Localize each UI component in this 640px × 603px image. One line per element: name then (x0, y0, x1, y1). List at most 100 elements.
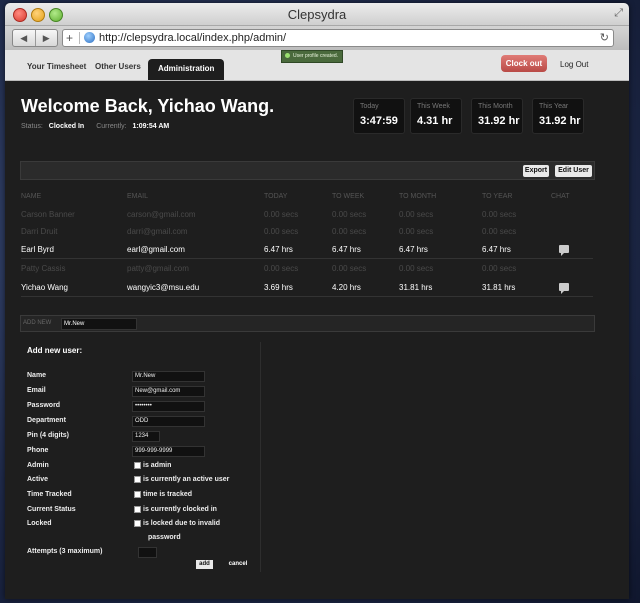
clock-out-button[interactable]: Clock out (501, 55, 547, 72)
cell-today: 0.00 secs (264, 264, 299, 273)
cell-week: 0.00 secs (332, 227, 367, 236)
stat-label: This Week (417, 103, 450, 110)
locked-text-continued: password (148, 534, 181, 541)
pin-field[interactable]: 1234 (132, 431, 160, 442)
cell-year: 6.47 hrs (482, 245, 511, 254)
table-row[interactable]: Earl Byrd earl@gmail.com 6.47 hrs 6.47 h… (21, 241, 593, 259)
current-status-label: Current Status (27, 506, 76, 513)
add-bookmark-icon[interactable]: + (66, 30, 73, 46)
form-title: Add new user: (27, 346, 83, 355)
current-status-checkbox[interactable] (134, 506, 141, 513)
cell-year: 0.00 secs (482, 227, 517, 236)
locked-label: Locked (27, 520, 52, 527)
chat-icon[interactable] (559, 283, 569, 294)
col-name: NAME (21, 193, 42, 200)
fullscreen-icon[interactable]: ⤢ (614, 7, 623, 20)
add-button[interactable]: add (196, 560, 213, 569)
stat-label: This Year (539, 103, 569, 110)
tab-your-timesheet[interactable]: Your Timesheet (27, 62, 86, 71)
stat-value: 4.31 hr (417, 115, 453, 127)
pin-label: Pin (4 digits) (27, 432, 69, 439)
reload-icon[interactable]: ↻ (600, 30, 609, 46)
address-bar[interactable]: + http://clepsydra.local/index.php/admin… (62, 29, 614, 47)
browser-window: Clepsydra ⤢ ◀ ▶ + http://clepsydra.local… (5, 3, 629, 599)
name-label: Name (27, 372, 47, 379)
name-field[interactable]: Mr.New (132, 371, 205, 382)
cell-today: 6.47 hrs (264, 245, 293, 254)
password-field[interactable]: •••••••• (132, 401, 205, 412)
cell-name: Yichao Wang (21, 283, 68, 292)
cell-week: 6.47 hrs (332, 245, 361, 254)
active-checkbox[interactable] (134, 476, 141, 483)
cell-week: 4.20 hrs (332, 283, 361, 292)
add-user-form: Add new user: Name Mr.New Email New@gmai… (20, 342, 261, 572)
table-row[interactable]: Carson Banner carson@gmail.com 0.00 secs… (21, 206, 593, 223)
time-tracked-text: time is tracked (143, 491, 193, 498)
cell-month: 0.00 secs (399, 210, 434, 219)
stat-this-year: This Year 31.92 hr (532, 98, 584, 134)
time-tracked-checkbox[interactable] (134, 491, 141, 498)
admin-text: is admin (143, 462, 172, 469)
notification-toast: User profile created. (281, 50, 344, 63)
url-divider (79, 32, 80, 44)
col-to-year: TO YEAR (482, 193, 513, 200)
success-icon (285, 53, 290, 59)
cancel-button[interactable]: cancel (226, 560, 250, 569)
log-out-link[interactable]: Log Out (560, 60, 588, 69)
table-row[interactable]: Yichao Wang wangyic3@msu.edu 3.69 hrs 4.… (21, 279, 593, 297)
add-new-input[interactable]: Mr.New (61, 318, 137, 330)
cell-name: Earl Byrd (21, 245, 54, 254)
phone-field[interactable]: 999-999-9999 (132, 446, 205, 457)
toast-text: User profile created. (293, 53, 339, 59)
cell-week: 0.00 secs (332, 264, 367, 273)
status-value: Clocked In (48, 123, 85, 130)
email-field[interactable]: New@gmail.com (132, 386, 205, 397)
page-content: Your Timesheet Other Users Administratio… (5, 50, 629, 599)
add-new-label: ADD NEW (23, 320, 52, 326)
locked-checkbox[interactable] (134, 520, 141, 527)
url-text[interactable]: http://clepsydra.local/index.php/admin/ (99, 30, 286, 46)
col-chat: CHAT (551, 193, 570, 200)
cell-email: earl@gmail.com (127, 245, 185, 254)
edit-user-button[interactable]: Edit User (555, 165, 592, 177)
cell-month: 0.00 secs (399, 227, 434, 236)
forward-icon[interactable]: ▶ (36, 30, 58, 46)
tab-administration[interactable]: Administration (148, 59, 225, 80)
cell-email: carson@gmail.com (127, 210, 196, 219)
cell-today: 3.69 hrs (264, 283, 293, 292)
attempts-label: Attempts (3 maximum) (27, 548, 103, 555)
active-label: Active (27, 476, 49, 483)
back-icon[interactable]: ◀ (13, 30, 36, 46)
stat-today: Today 3:47:59 (353, 98, 405, 134)
time-tracked-label: Time Tracked (27, 491, 72, 498)
export-button[interactable]: Export (523, 165, 549, 177)
cell-year: 0.00 secs (482, 210, 517, 219)
stat-this-week: This Week 4.31 hr (410, 98, 462, 134)
cell-year: 0.00 secs (482, 264, 517, 273)
col-to-month: TO MONTH (399, 193, 437, 200)
globe-icon (84, 32, 95, 43)
current-status-text: is currently clocked in (143, 506, 217, 513)
nav-buttons: ◀ ▶ (12, 29, 58, 47)
table-row[interactable]: Patty Cassis patty@gmail.com 0.00 secs 0… (21, 260, 593, 277)
attempts-field[interactable] (138, 547, 157, 558)
cell-year: 31.81 hrs (482, 283, 516, 292)
tab-other-users[interactable]: Other Users (95, 62, 141, 71)
locked-text: is locked due to invalid (143, 520, 221, 527)
status-label: Status: (21, 123, 43, 130)
cell-month: 31.81 hrs (399, 283, 433, 292)
phone-label: Phone (27, 447, 49, 454)
department-field[interactable]: ODD (132, 416, 205, 427)
cell-week: 0.00 secs (332, 210, 367, 219)
welcome-heading: Welcome Back, Yichao Wang. (21, 96, 275, 116)
table-row[interactable]: Darri Druit darri@gmail.com 0.00 secs 0.… (21, 223, 593, 240)
cell-email: patty@gmail.com (127, 264, 189, 273)
stat-value: 31.92 hr (539, 115, 581, 127)
admin-checkbox[interactable] (134, 462, 141, 469)
cell-today: 0.00 secs (264, 210, 299, 219)
chat-icon[interactable] (559, 245, 569, 256)
stat-value: 31.92 hr (478, 115, 520, 127)
cell-email: wangyic3@msu.edu (127, 283, 200, 292)
department-label: Department (27, 417, 66, 424)
status-line: Status: Clocked In Currently: 1:09:54 AM (21, 123, 181, 130)
